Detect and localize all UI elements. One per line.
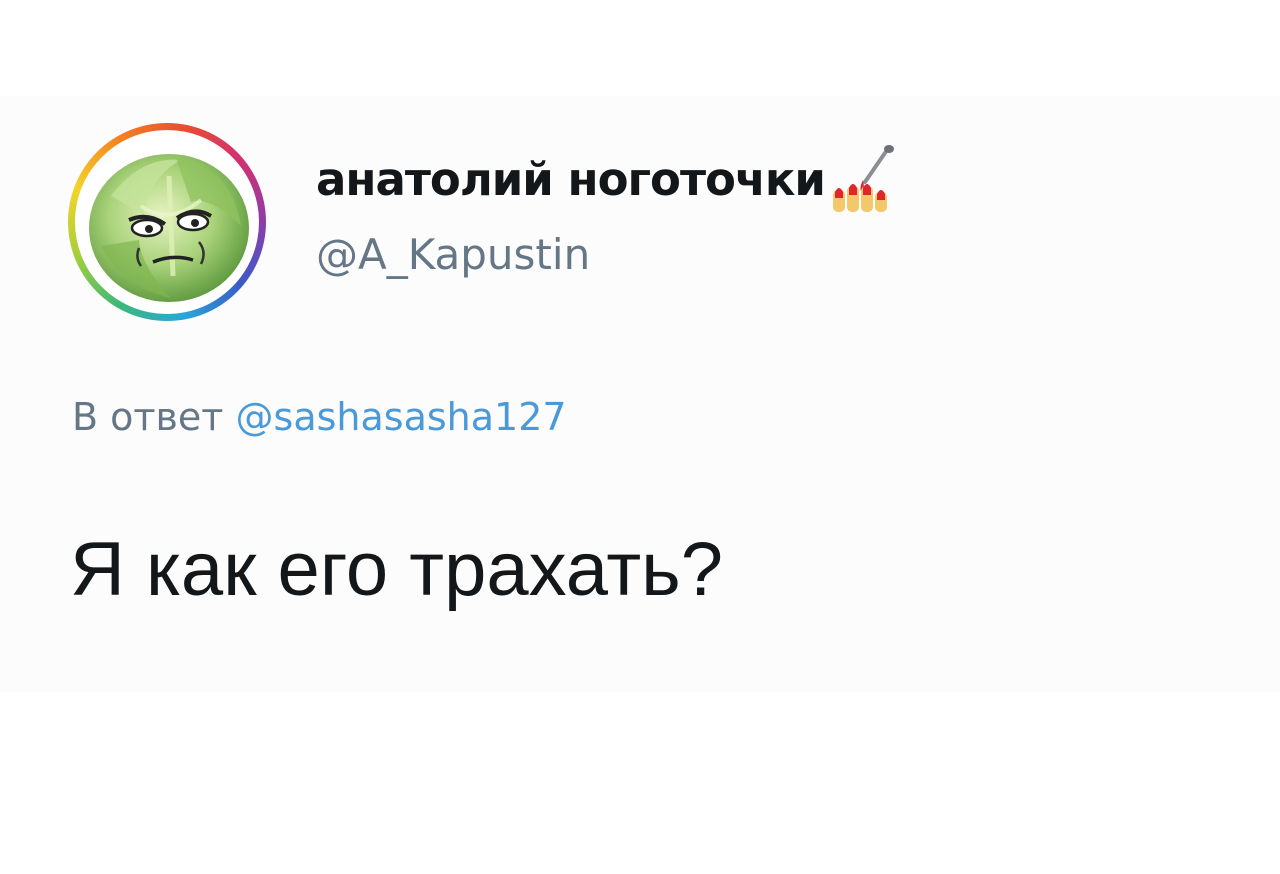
reply-prefix: В ответ [72, 395, 224, 439]
reply-mention-link[interactable]: @sashasasha127 [236, 395, 567, 439]
reply-context: В ответ @sashasasha127 [72, 398, 567, 436]
avatar[interactable] [68, 123, 266, 321]
user-handle[interactable]: @A_Kapustin [316, 234, 590, 276]
nail-polish-icon [827, 142, 899, 214]
cabbage-avatar-icon [81, 136, 253, 308]
tweet-text: Я как его трахать? [70, 527, 724, 612]
avatar-ring-gap [75, 130, 259, 314]
tweet-card: анатолий ноготочки @A_Kapustin В ответ @… [0, 96, 1280, 692]
display-name[interactable]: анатолий ноготочки [316, 157, 826, 214]
display-name-row: анатолий ноготочки [316, 144, 899, 214]
